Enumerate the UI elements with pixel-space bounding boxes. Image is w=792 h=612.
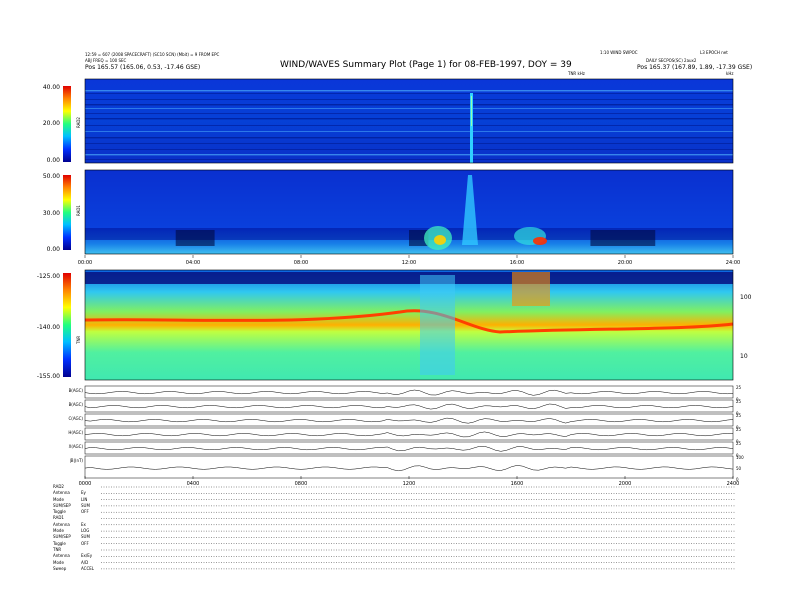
rad2-band xyxy=(85,154,733,156)
tnr-event xyxy=(420,275,455,375)
trace-label: B(AGC) xyxy=(69,388,84,393)
rad2-colorbar xyxy=(63,86,71,162)
rad2-spectrogram xyxy=(84,78,734,164)
tnr-right-tick-100: 100 xyxy=(740,294,752,301)
rad1-tick-mid: 30.00 xyxy=(43,210,60,217)
rad1-event-1-core xyxy=(434,235,446,245)
rad2-band xyxy=(85,118,733,120)
rad1-panel-label: RAD1 xyxy=(76,205,81,216)
settings-label: Sweep xyxy=(53,565,67,571)
time-top-label: 24:00 xyxy=(726,260,740,266)
rad2-band xyxy=(85,149,733,150)
time-top-label: 00:00 xyxy=(78,260,92,266)
rad2-band xyxy=(85,131,733,132)
rad1-tick-top: 50.00 xyxy=(43,173,60,180)
tnr-dark-band xyxy=(85,272,733,284)
rad1-dark-patch xyxy=(175,230,215,246)
tnr-tick-bottom: -155.00 xyxy=(37,373,60,380)
rad1-event-2-core xyxy=(533,237,547,245)
rad2-tick-bottom: 0.00 xyxy=(47,157,61,164)
settings-table: RAD2 Antenna Ey Mode LIN SUM/SEP SUM Toggle OFF R… xyxy=(53,484,101,572)
time-axis-top: 00:00 04:00 08:00 12:00 16:00 20:00 24:00 xyxy=(78,255,740,266)
time-bottom-label: 1200 xyxy=(403,481,416,487)
trace-line xyxy=(84,446,734,452)
tnr-colorbar xyxy=(63,273,71,377)
trace-right-tick: 25 xyxy=(736,413,742,418)
trace-right-tick: 25 xyxy=(736,385,742,390)
rad2-band xyxy=(85,125,733,126)
trace-frame xyxy=(84,385,734,399)
tnr-tick-top: -125.00 xyxy=(37,273,60,280)
rad2-band xyxy=(85,159,733,160)
rad2-background xyxy=(85,79,733,163)
time-bottom-label: 2400 xyxy=(727,481,740,487)
settings-grid xyxy=(101,486,735,570)
time-top-label: 08:00 xyxy=(294,260,308,266)
tnr-panel-label: TNR xyxy=(76,336,81,345)
rad2-tick-mid: 20.00 xyxy=(43,120,60,127)
time-bottom-label: 0400 xyxy=(187,481,200,487)
rad2-band xyxy=(85,99,733,100)
settings-value: ACCEL xyxy=(81,565,95,571)
time-top-label: 12:00 xyxy=(402,260,416,266)
rad1-dark-patch xyxy=(590,230,656,246)
rad1-spectrogram xyxy=(84,169,734,255)
trace-label: |B|(nT) xyxy=(69,458,83,463)
tnr-tick-mid: -140.00 xyxy=(37,324,60,331)
trace-label: X(AGC) xyxy=(69,444,84,449)
trace-line xyxy=(84,431,734,438)
trace-right-tick: 25 xyxy=(736,427,742,432)
settings-row: Sweep ACCEL xyxy=(53,566,101,572)
trace-line xyxy=(84,389,734,396)
trace-line xyxy=(84,465,734,472)
rad2-band xyxy=(85,137,733,139)
tnr-spectrogram xyxy=(84,269,734,381)
trace-right-tick: 25 xyxy=(736,441,742,446)
tnr-right-tick-10: 10 xyxy=(740,353,748,360)
trace-right-tick: 25 xyxy=(736,399,742,404)
summary-plot: 40.00 20.00 0.00 50.00 30.00 0.00 -125.0… xyxy=(37,78,752,570)
trace-line xyxy=(84,417,734,424)
rad2-panel-label: RAD2 xyxy=(76,117,81,128)
rad2-band xyxy=(85,113,733,114)
time-top-label: 04:00 xyxy=(186,260,200,266)
rad2-band xyxy=(85,104,733,106)
rad2-band xyxy=(85,93,733,94)
rad2-tick-top: 40.00 xyxy=(43,84,60,91)
tnr-background xyxy=(85,270,733,380)
tnr-hot xyxy=(512,272,550,306)
trace-line xyxy=(84,403,734,410)
rad2-band xyxy=(85,108,733,109)
rad2-band xyxy=(85,143,733,144)
trace-label: C(AGC) xyxy=(69,416,84,421)
time-bottom-label: 1600 xyxy=(511,481,524,487)
time-bottom-label: 2000 xyxy=(619,481,632,487)
rad2-burst-core xyxy=(471,96,472,126)
trace-label: H(AGC) xyxy=(68,430,83,435)
time-bottom-label: 0800 xyxy=(295,481,308,487)
trace-frame xyxy=(84,441,734,455)
agc-traces: B(AGC)250B(AGC)250C(AGC)250H(AGC)250X(AG… xyxy=(68,385,744,482)
trace-right-tick: 100 xyxy=(736,455,744,460)
time-axis-bottom: 0000 0400 0800 1200 1600 2000 2400 xyxy=(79,476,740,487)
time-top-label: 16:00 xyxy=(510,260,524,266)
rad1-colorbar xyxy=(63,175,71,250)
time-top-label: 20:00 xyxy=(618,260,632,266)
trace-frame xyxy=(84,399,734,413)
trace-right-tick: 50 xyxy=(736,466,742,471)
rad2-band xyxy=(85,90,733,92)
rad1-tick-bottom: 0.00 xyxy=(47,246,61,253)
trace-frame xyxy=(84,427,734,441)
trace-label: B(AGC) xyxy=(69,402,84,407)
